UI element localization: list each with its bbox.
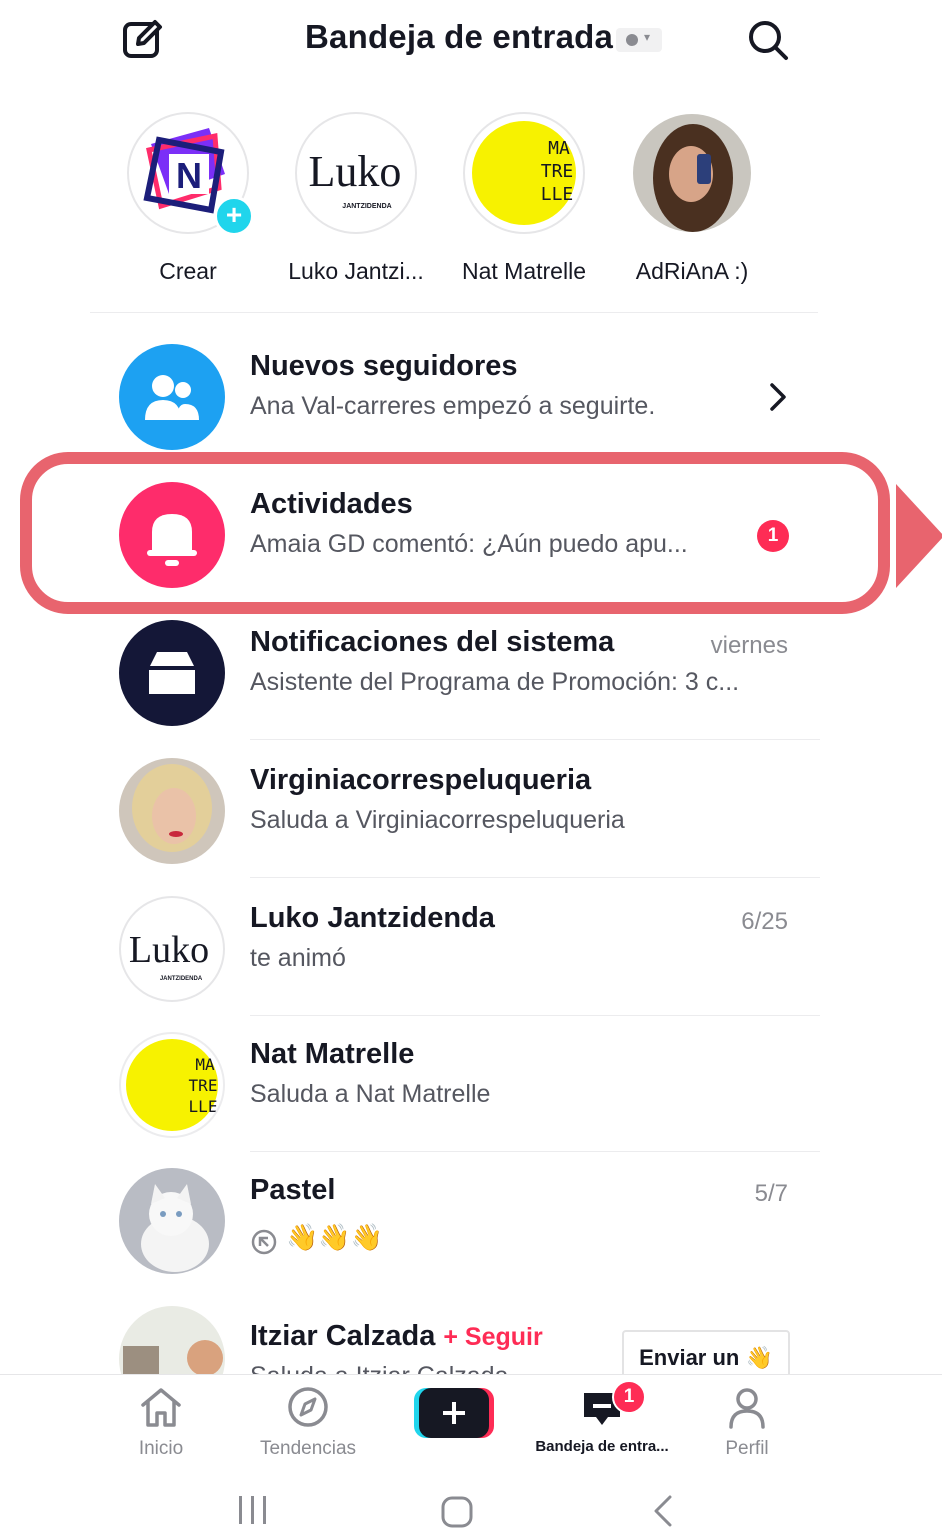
- row-title: Nat Matrelle: [250, 1038, 415, 1070]
- luko-logo-icon: Luko JANTZIDENDA: [129, 929, 209, 982]
- svg-text:TRE: TRE: [541, 161, 574, 182]
- search-icon: [749, 21, 788, 60]
- svg-text:JANTZIDENDA: JANTZIDENDA: [160, 976, 203, 982]
- svg-text:Luko: Luko: [129, 929, 209, 971]
- create-video-button[interactable]: [414, 1388, 494, 1438]
- row-system-notifications[interactable]: Notificaciones del sistema viernes Asist…: [0, 604, 942, 740]
- svg-text:Luko: Luko: [309, 147, 402, 196]
- row-title: Luko Jantzidenda: [250, 902, 495, 934]
- compose-button[interactable]: [122, 18, 164, 60]
- cat-photo-icon: [119, 1168, 225, 1274]
- row-subtitle: Asistente del Programa de Promoción: 3 c…: [250, 668, 740, 696]
- compass-icon: [288, 1387, 328, 1427]
- status-selector[interactable]: ▾: [616, 28, 662, 52]
- chevron-down-icon: ▾: [644, 30, 651, 44]
- recent-apps-icon[interactable]: [236, 1494, 270, 1526]
- row-date: 5/7: [754, 1180, 788, 1207]
- nav-trending[interactable]: Tendencias: [233, 1385, 383, 1460]
- status-dot-icon: [626, 34, 638, 46]
- row-date: viernes: [710, 632, 788, 659]
- row-title: Itziar Calzada + Seguir: [250, 1320, 543, 1353]
- row-conversation[interactable]: Pastel 5/7 👋👋👋: [0, 1152, 942, 1288]
- row-title: Nuevos seguidores: [250, 350, 518, 382]
- user-photo-icon: [633, 114, 751, 232]
- row-title: Notificaciones del sistema: [250, 626, 615, 658]
- row-subtitle: Ana Val-carreres empezó a seguirte.: [250, 392, 656, 420]
- row-title: Virginiacorrespeluqueria: [250, 764, 592, 796]
- story-adriana[interactable]: AdRiAnA :): [612, 112, 772, 285]
- profile-icon: [729, 1388, 765, 1429]
- row-subtitle: 👋👋👋: [286, 1222, 384, 1252]
- story-luko[interactable]: Luko JANTZIDENDA Luko Jantzi...: [276, 112, 436, 285]
- row-subtitle: Saluda a Virginiacorrespeluqueria: [250, 806, 625, 834]
- avatar: Luko JANTZIDENDA: [119, 896, 225, 1002]
- followers-icon: [119, 344, 225, 450]
- nav-home[interactable]: Inicio: [86, 1385, 236, 1460]
- row-conversation[interactable]: Luko JANTZIDENDA Luko Jantzidenda 6/25 t…: [0, 880, 942, 1016]
- row-subtitle: te animó: [250, 944, 346, 972]
- svg-text:N: N: [176, 155, 202, 196]
- home-button-icon[interactable]: [440, 1496, 474, 1528]
- system-nav-bar: [0, 1470, 942, 1529]
- divider: [90, 312, 818, 313]
- row-conversation[interactable]: Virginiacorrespeluqueria Saluda a Virgin…: [0, 742, 942, 878]
- highlight-box: [20, 452, 890, 614]
- avatar: Luko JANTZIDENDA: [295, 112, 417, 234]
- matrelle-logo-icon: MA TRE LLE: [126, 1039, 218, 1131]
- luko-logo-icon: Luko JANTZIDENDA: [309, 147, 402, 210]
- divider: [250, 739, 820, 740]
- avatar: [119, 758, 225, 864]
- row-new-followers[interactable]: Nuevos seguidores Ana Val-carreres empez…: [0, 328, 942, 464]
- svg-text:LLE: LLE: [541, 184, 574, 205]
- divider: [250, 877, 820, 878]
- svg-text:LLE: LLE: [189, 1097, 218, 1116]
- row-subtitle: Saluda a Nat Matrelle: [250, 1080, 491, 1108]
- compose-icon: [123, 20, 162, 58]
- avatar: [631, 112, 753, 234]
- avatar: [119, 1168, 225, 1274]
- svg-text:TRE: TRE: [189, 1076, 218, 1095]
- reply-icon: [251, 1229, 277, 1255]
- matrelle-logo-icon: MA TRE LLE: [472, 121, 576, 225]
- row-conversation[interactable]: MA TRE LLE Nat Matrelle Saluda a Nat Mat…: [0, 1016, 942, 1152]
- story-nat[interactable]: MA TRE LLE Nat Matrelle: [444, 112, 604, 285]
- user-photo-icon: [119, 1306, 225, 1374]
- row-subtitle: Saluda a Itziar Calzada: [250, 1362, 508, 1374]
- row-conversation[interactable]: Itziar Calzada+ Seguir Saluda a Itziar C…: [0, 1290, 942, 1374]
- home-icon: [141, 1388, 181, 1427]
- follow-link[interactable]: + Seguir: [443, 1323, 542, 1351]
- svg-text:JANTZIDENDA: JANTZIDENDA: [342, 203, 391, 210]
- pointer-arrow-icon: [896, 484, 942, 588]
- avatar: [119, 1306, 225, 1374]
- row-title-text: Itziar Calzada: [250, 1320, 436, 1352]
- svg-text:MA: MA: [548, 138, 570, 159]
- plus-icon: [414, 1388, 494, 1438]
- nav-inbox[interactable]: Bandeja de entra...: [527, 1385, 677, 1455]
- nav-profile[interactable]: Perfil: [672, 1385, 822, 1460]
- row-date: 6/25: [741, 908, 788, 935]
- chevron-right-icon: [770, 383, 786, 411]
- avatar: MA TRE LLE: [119, 1032, 225, 1138]
- row-title: Pastel: [250, 1174, 336, 1206]
- add-story-button[interactable]: +: [214, 196, 254, 236]
- back-icon[interactable]: [650, 1494, 676, 1528]
- nav-inbox-badge: 1: [612, 1380, 646, 1414]
- page-title: Bandeja de entrada: [305, 18, 614, 55]
- search-button[interactable]: [746, 18, 790, 62]
- user-photo-icon: [119, 758, 225, 864]
- svg-text:MA: MA: [195, 1055, 215, 1074]
- inbox-tray-icon: [119, 620, 225, 726]
- avatar: MA TRE LLE: [463, 112, 585, 234]
